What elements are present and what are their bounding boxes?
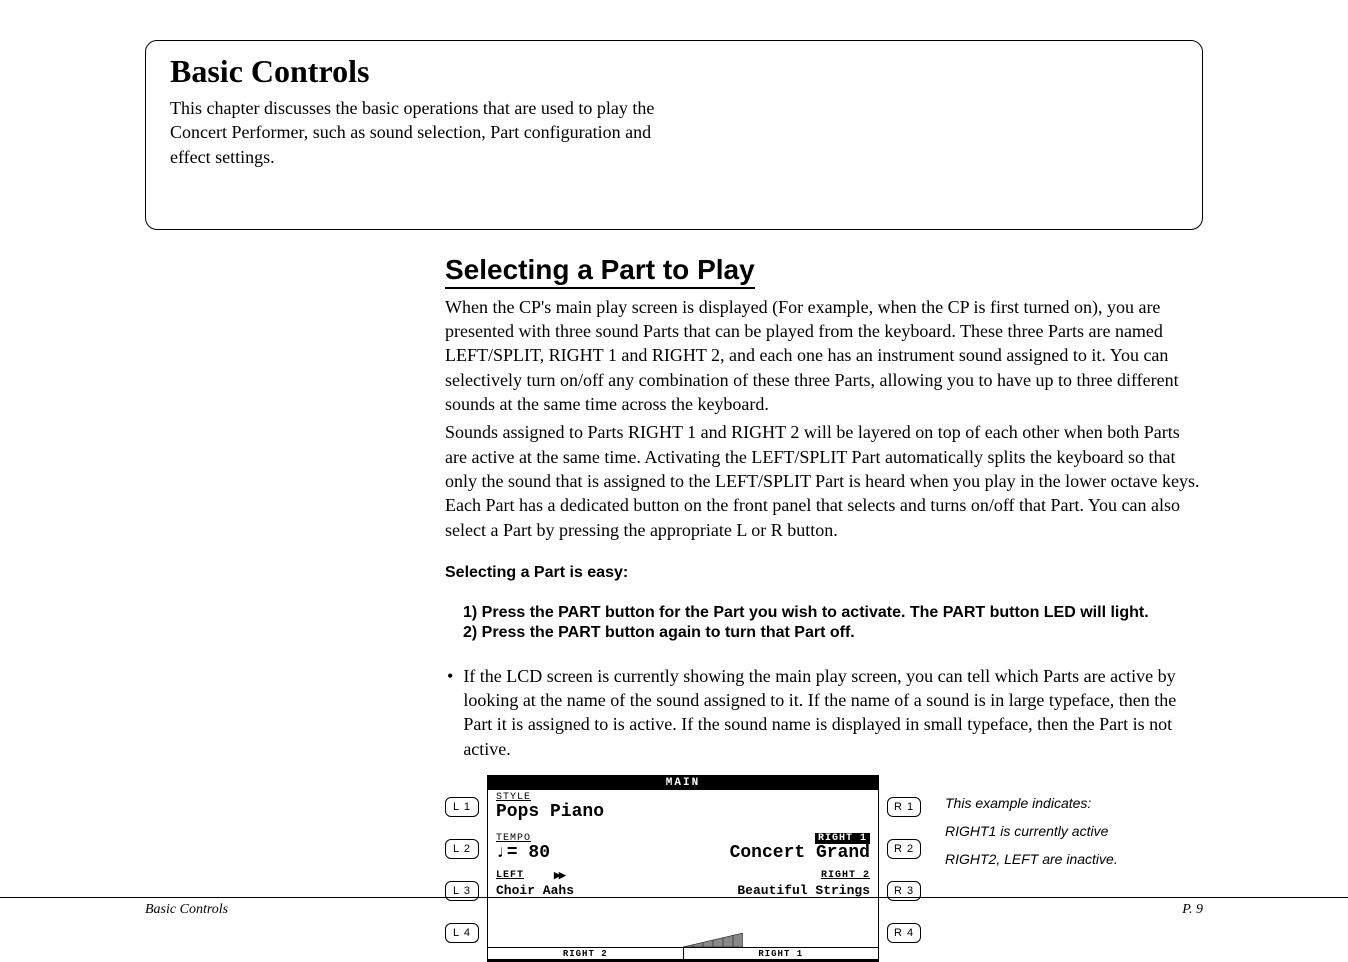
para1: When the CP's main play screen is displa… [445, 295, 1203, 416]
keyboard-graphic-icon [683, 933, 743, 947]
step1: 1) Press the PART button for the Part yo… [463, 604, 1203, 622]
play-icon: ▶▶ [554, 871, 564, 881]
button-r4: R 4 [887, 923, 921, 943]
footer-right: P. 9 [1182, 902, 1203, 918]
button-r1: R 1 [887, 797, 921, 817]
button-l2: L 2 [445, 839, 479, 859]
step2: 2) Press the PART button again to turn t… [463, 624, 1203, 642]
footer-left: Basic Controls [145, 902, 228, 918]
intro-title: Basic Controls [170, 53, 1178, 90]
button-l1: L 1 [445, 797, 479, 817]
bottom-left-label: RIGHT 2 [488, 948, 684, 961]
intro-box: Basic Controls This chapter discusses th… [145, 40, 1203, 230]
steps: 1) Press the PART button for the Part yo… [463, 604, 1203, 642]
button-r2: R 2 [887, 839, 921, 859]
bottom-right-label: RIGHT 1 [684, 948, 879, 961]
right2-label: RIGHT 2 [821, 870, 870, 881]
style-value: Pops Piano [496, 803, 870, 821]
lcd-screen: MAIN STYLE Pops Piano TEMPO ♩= 80 [487, 775, 879, 962]
bullet-text: If the LCD screen is currently showing t… [463, 664, 1203, 761]
subheading: Selecting a Part is easy: [445, 564, 1203, 582]
para2: Sounds assigned to Parts RIGHT 1 and RIG… [445, 420, 1203, 541]
annotation-line2: RIGHT1 is currently active [945, 817, 1118, 845]
bullet-dot: • [447, 664, 453, 761]
section: Selecting a Part to Play When the CP's m… [445, 254, 1203, 962]
left-value: Choir Aahs [496, 883, 574, 898]
tempo-value: ♩= 80 [496, 844, 550, 862]
button-l4: L 4 [445, 923, 479, 943]
section-heading: Selecting a Part to Play [445, 254, 755, 289]
footer: Basic Controls P. 9 [0, 897, 1348, 918]
left-label: LEFT [496, 870, 524, 881]
annotations: This example indicates: RIGHT1 is curren… [945, 789, 1118, 873]
right1-value: Concert Grand [730, 844, 870, 862]
annotation-line1: This example indicates: [945, 789, 1118, 817]
intro-text: This chapter discusses the basic operati… [170, 96, 690, 169]
lcd-diagram: L 1 L 2 L 3 L 4 MAIN STYLE Pops Piano [445, 775, 921, 962]
annotation-line3: RIGHT2, LEFT are inactive. [945, 845, 1118, 873]
right2-value: Beautiful Strings [737, 883, 870, 898]
lcd-title: MAIN [488, 776, 878, 790]
bullet-item: • If the LCD screen is currently showing… [445, 664, 1203, 761]
